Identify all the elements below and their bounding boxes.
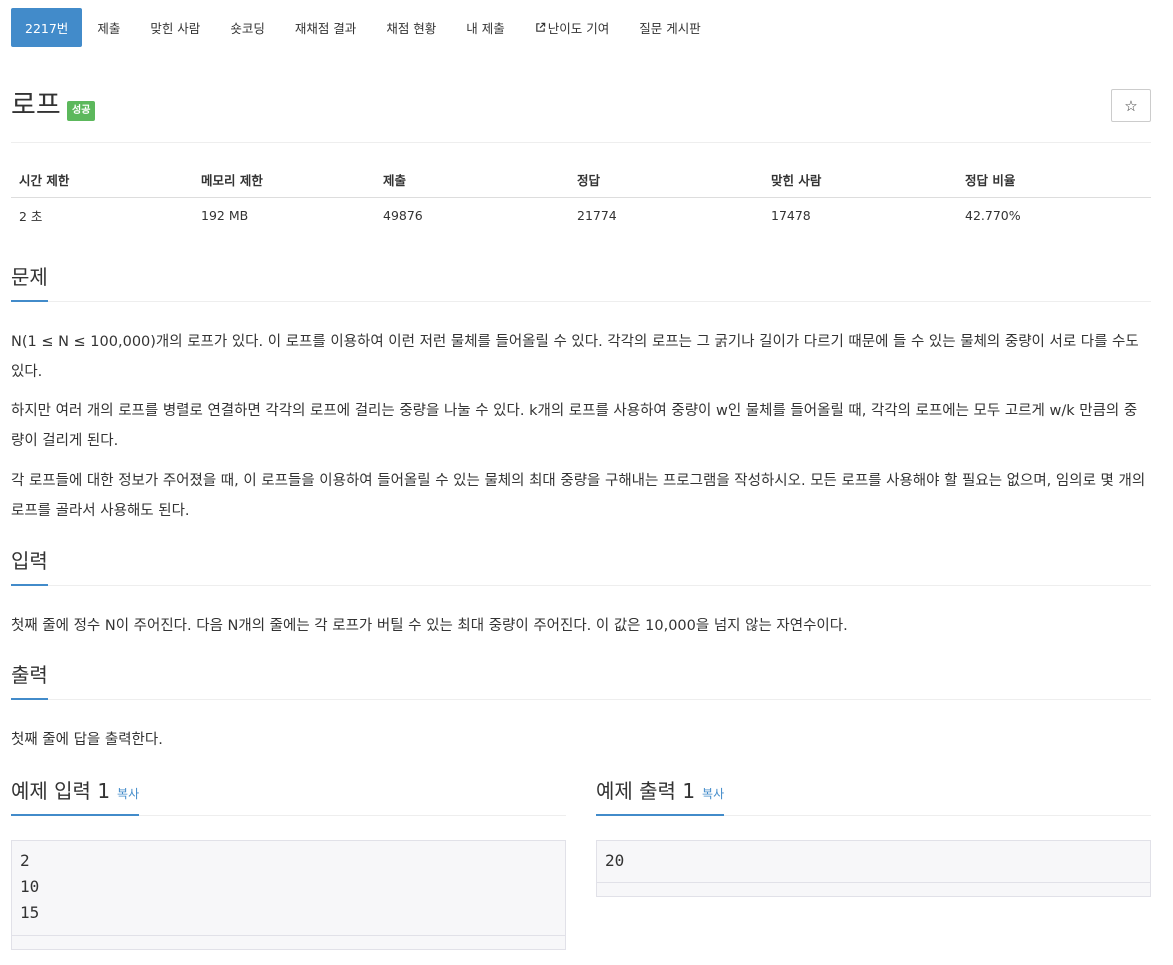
tab-label: 2217번 — [25, 21, 69, 36]
problem-info-table: 시간 제한 메모리 제한 제출 정답 맞힌 사람 정답 비율 2 초 192 M… — [11, 163, 1151, 233]
tab-my-submissions[interactable]: 내 제출 — [451, 8, 519, 47]
cell-accepted: 21774 — [577, 207, 617, 223]
tab-label: 제출 — [97, 21, 121, 36]
tab-label: 채점 현황 — [386, 21, 437, 36]
description-paragraph-3: 각 로프들에 대한 정보가 주어졌을 때, 이 로프들을 이용하여 들어올릴 수… — [11, 473, 1146, 519]
star-icon: ☆ — [1124, 96, 1138, 115]
tab-question-board[interactable]: 질문 게시판 — [624, 8, 715, 47]
header-submissions: 제출 — [375, 163, 569, 198]
tab-submit[interactable]: 제출 — [82, 8, 135, 47]
copy-sample-input-button[interactable]: 복사 — [117, 787, 139, 801]
problem-tabs: 2217번 제출 맞힌 사람 숏코딩 재채점 결과 채점 현황 내 제출 난이도… — [11, 8, 716, 47]
tab-short-coding[interactable]: 숏코딩 — [215, 8, 280, 47]
tab-difficulty-contribution[interactable]: 난이도 기여 — [520, 8, 624, 47]
sample-output-title: 예제 출력 1 — [596, 779, 696, 803]
description-headline: 문제 — [11, 262, 1151, 302]
sample-input-content: 2 10 15 — [20, 851, 40, 922]
output-headline: 출력 — [11, 660, 1151, 700]
input-description: 첫째 줄에 정수 N이 주어진다. 다음 N개의 줄에는 각 로프가 버틸 수 … — [11, 618, 848, 634]
tab-label: 맞힌 사람 — [150, 21, 201, 36]
cell-memory-limit: 192 MB — [201, 207, 249, 223]
cell-time-limit: 2 초 — [19, 208, 43, 224]
output-heading: 출력 — [11, 660, 48, 700]
sample-input-heading: 예제 입력 1 복사 — [11, 776, 140, 816]
page-title: 로프 — [11, 90, 61, 121]
output-description: 첫째 줄에 답을 출력한다. — [11, 732, 163, 748]
header-time-limit: 시간 제한 — [11, 163, 193, 198]
input-headline: 입력 — [11, 546, 1151, 586]
status-badge: 성공 — [67, 101, 96, 121]
external-link-icon — [536, 22, 546, 32]
sample-output-headline: 예제 출력 1 복사 — [596, 776, 1151, 816]
header-solved-users: 맞힌 사람 — [763, 163, 957, 198]
tab-solved-users[interactable]: 맞힌 사람 — [135, 8, 215, 47]
tab-label: 난이도 기여 — [547, 21, 610, 36]
favorite-star-button[interactable]: ☆ — [1111, 89, 1151, 122]
tab-label: 질문 게시판 — [639, 21, 701, 36]
sample-output-content: 20 — [605, 851, 625, 870]
description-heading: 문제 — [11, 262, 48, 302]
tab-label: 내 제출 — [466, 21, 505, 36]
sample-input-box[interactable]: 2 10 15 — [11, 840, 566, 950]
problem-header: 로프 성공 ☆ — [11, 86, 1151, 130]
tab-problem-number[interactable]: 2217번 — [11, 8, 83, 47]
sample-input-title: 예제 입력 1 — [11, 779, 111, 803]
header-memory-limit: 메모리 제한 — [193, 163, 375, 198]
table-header-row: 시간 제한 메모리 제한 제출 정답 맞힌 사람 정답 비율 — [11, 163, 1151, 198]
description-paragraph-1: N(1 ≤ N ≤ 100,000)개의 로프가 있다. 이 로프를 이용하여 … — [11, 334, 1139, 380]
copy-sample-output-button[interactable]: 복사 — [702, 787, 724, 801]
tab-judge-status[interactable]: 채점 현황 — [371, 8, 451, 47]
tab-rejudge-results[interactable]: 재채점 결과 — [280, 8, 371, 47]
sample-output-box[interactable]: 20 — [596, 840, 1151, 897]
cell-submissions: 49876 — [383, 207, 423, 223]
sample-output-heading: 예제 출력 1 복사 — [596, 776, 725, 816]
input-heading: 입력 — [11, 546, 48, 586]
title-divider — [11, 142, 1151, 143]
sample-input-headline: 예제 입력 1 복사 — [11, 776, 566, 816]
sample-input-footer — [12, 935, 565, 949]
header-accepted: 정답 — [569, 163, 763, 198]
tab-label: 숏코딩 — [230, 21, 265, 36]
cell-accept-ratio: 42.770% — [965, 207, 1021, 223]
tab-label: 재채점 결과 — [294, 21, 357, 36]
table-row: 2 초 192 MB 49876 21774 17478 42.770% — [11, 197, 1151, 233]
description-paragraph-2: 하지만 여러 개의 로프를 병렬로 연결하면 각각의 로프에 걸리는 중량을 나… — [11, 403, 1138, 449]
header-accept-ratio: 정답 비율 — [957, 163, 1151, 198]
sample-output-footer — [597, 882, 1150, 896]
cell-solved-users: 17478 — [771, 207, 811, 223]
